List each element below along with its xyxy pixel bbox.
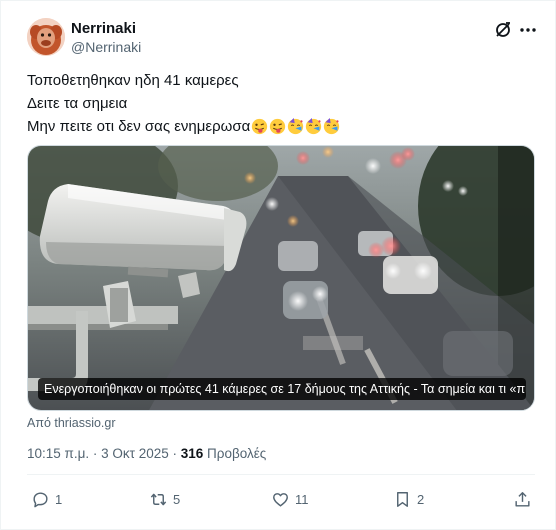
party-face-emoji: [323, 117, 340, 135]
winking-tongue-emoji: [251, 118, 268, 135]
bookmark-icon: [397, 491, 408, 507]
party-face-emoji: [287, 117, 304, 135]
reply-icon: [33, 491, 48, 507]
post-meta: 10:15 π.μ. · 3 Οκτ 2025 · 316 Προβολές: [27, 446, 266, 461]
post-text-content: Τοποθετηθηκαν ηδη 41 καμερες Δειτε τα ση…: [27, 72, 251, 135]
more-options-icon[interactable]: [518, 20, 538, 40]
action-bar: 1 5 11 2: [27, 487, 535, 511]
reply-count: 1: [55, 491, 63, 507]
bookmark-button[interactable]: 2: [393, 487, 424, 511]
link-source[interactable]: Από thriassio.gr: [27, 416, 116, 430]
grok-icon[interactable]: [493, 20, 513, 40]
repost-button[interactable]: 5: [149, 487, 180, 511]
post-timestamp[interactable]: 10:15 π.μ. · 3 Οκτ 2025 ·: [27, 446, 181, 461]
repost-icon: [150, 493, 167, 505]
views-label: Προβολές: [203, 446, 267, 461]
divider: [27, 474, 535, 475]
link-card[interactable]: Ενεργοποιήθηκαν οι πρώτες 41 κάμερες σε …: [27, 145, 535, 411]
emoji-row: [251, 116, 341, 139]
winking-tongue-emoji: [269, 118, 286, 135]
views-count: 316: [180, 446, 204, 461]
reply-button[interactable]: 1: [31, 487, 62, 511]
link-card-caption: Ενεργοποιήθηκαν οι πρώτες 41 κάμερες σε …: [38, 378, 526, 400]
like-button[interactable]: 11: [271, 487, 309, 511]
heart-icon: [273, 492, 288, 507]
post-container: Nerrinaki @Nerrinaki Τοποθετηθηκαν ηδη 4…: [0, 0, 556, 530]
traffic-camera-image: [28, 146, 534, 410]
share-icon: [515, 491, 530, 507]
avatar[interactable]: [27, 18, 65, 56]
like-count: 11: [295, 491, 309, 507]
orangutan-avatar-icon: [27, 18, 65, 56]
party-face-emoji: [305, 117, 322, 135]
author-handle[interactable]: @Nerrinaki: [71, 39, 141, 55]
author-display-name[interactable]: Nerrinaki: [71, 20, 136, 37]
bookmark-count: 2: [417, 491, 425, 507]
repost-count: 5: [173, 491, 181, 507]
post-text: Τοποθετηθηκαν ηδη 41 καμερες Δειτε τα ση…: [27, 69, 341, 139]
share-button[interactable]: [513, 487, 532, 511]
